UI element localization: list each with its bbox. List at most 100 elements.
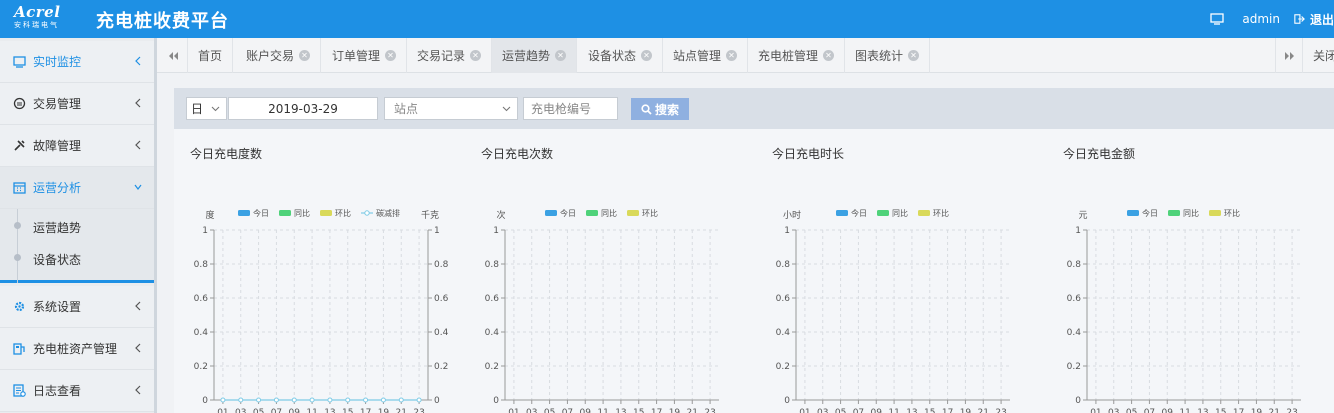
x-tick-label: 09 bbox=[1162, 408, 1174, 413]
chevron-down-icon bbox=[211, 106, 220, 112]
x-tick-label: 03 bbox=[526, 408, 537, 413]
chart-amount: 元 今日 同比 环比 0 0.2 0.4 0.6 0.8 1 01 03 05 07 09 11 13 15 17 1… bbox=[1067, 208, 1301, 413]
screen-icon[interactable] bbox=[1210, 13, 1225, 25]
company-logo[interactable]: Acrel 安科瑞电气 bbox=[14, 4, 84, 34]
period-select[interactable]: 日 bbox=[186, 97, 227, 120]
sidebar-item-transaction[interactable]: 交易管理 bbox=[0, 83, 154, 125]
y-tick-label: 0.4 bbox=[1067, 328, 1082, 338]
tab-close-icon[interactable]: ✕ bbox=[385, 50, 397, 61]
chart-duration: 小时 今日 同比 环比 0 0.2 0.4 0.6 0.8 1 01 03 05 07 09 11 13 15 17… bbox=[776, 208, 1010, 413]
x-tick-label: 23 bbox=[704, 408, 715, 413]
logo-text: Acrel bbox=[14, 3, 61, 21]
log-icon bbox=[12, 384, 26, 398]
x-tick-label: 21 bbox=[1269, 408, 1280, 413]
submenu-item-device-status[interactable]: 设备状态 bbox=[0, 243, 154, 275]
sidebar-item-system-settings[interactable]: 系统设置 bbox=[0, 286, 154, 328]
logout-button[interactable]: 退出 bbox=[1294, 11, 1334, 28]
app-header: Acrel 安科瑞电气 充电桩收费平台 admin 退出 bbox=[0, 0, 1334, 38]
chevron-left-icon bbox=[135, 301, 141, 311]
tab-close-icon[interactable]: ✕ bbox=[726, 50, 738, 61]
close-operations-button[interactable]: 关闭操作 bbox=[1303, 38, 1334, 73]
data-point bbox=[345, 397, 351, 403]
x-tick-label: 13 bbox=[1197, 408, 1208, 413]
gun-number-placeholder: 充电枪编号 bbox=[531, 102, 592, 116]
y-tick-label: 0 bbox=[784, 396, 790, 406]
x-tick-label: 11 bbox=[306, 408, 317, 413]
tab-label: 充电桩管理 bbox=[758, 49, 819, 63]
y-tick-label: 0 bbox=[1075, 396, 1081, 406]
date-input[interactable]: 2019-03-29 bbox=[228, 97, 378, 120]
x-tick-label: 01 bbox=[508, 408, 519, 413]
sidebar-item-realtime-monitor[interactable]: 实时监控 bbox=[0, 41, 154, 83]
legend-label: 今日 bbox=[1142, 208, 1158, 218]
x-tick-label: 23 bbox=[413, 408, 424, 413]
y-tick-label: 0.6 bbox=[194, 294, 209, 304]
sidebar-item-label: 系统设置 bbox=[33, 300, 82, 314]
tab-close-icon[interactable]: ✕ bbox=[641, 50, 653, 61]
x-tick-label: 23 bbox=[995, 408, 1006, 413]
station-select[interactable]: 站点 bbox=[384, 97, 518, 120]
tab-scroll-left-button[interactable] bbox=[160, 38, 188, 73]
tab-close-icon[interactable]: ✕ bbox=[470, 50, 482, 61]
y-tick-label: 0 bbox=[202, 396, 208, 406]
legend-swatch bbox=[586, 210, 598, 216]
tab-close-icon[interactable]: ✕ bbox=[823, 50, 835, 61]
tab-home[interactable]: 首页 bbox=[188, 38, 234, 73]
sidebar-item-fault[interactable]: 故障管理 bbox=[0, 125, 154, 167]
tab-transaction-record[interactable]: 交易记录 ✕ bbox=[407, 38, 493, 73]
chart-count: 次 今日 同比 环比 0 0.2 0.4 0.6 0.8 1 01 03 05 07 09 11 13 15 17 1… bbox=[485, 208, 719, 413]
calendar-icon bbox=[12, 181, 26, 195]
sidebar-item-operation-analysis[interactable]: 运营分析 bbox=[0, 167, 154, 209]
chevron-left-icon bbox=[135, 56, 141, 66]
x-tick-label: 15 bbox=[633, 408, 644, 413]
double-chevron-left-icon bbox=[169, 51, 178, 60]
username[interactable]: admin bbox=[1242, 12, 1280, 26]
legend-swatch bbox=[627, 210, 639, 216]
tab-chart-statistics[interactable]: 图表统计 ✕ bbox=[845, 38, 931, 73]
tab-account-transaction[interactable]: 账户交易 ✕ bbox=[236, 38, 322, 73]
tab-scroll-right-button[interactable] bbox=[1275, 38, 1303, 73]
tab-bar-right: 关闭操作 bbox=[1275, 38, 1334, 73]
x-tick-label: 21 bbox=[978, 408, 989, 413]
legend-swatch bbox=[836, 210, 848, 216]
tab-close-icon[interactable]: ✕ bbox=[299, 50, 311, 61]
tab-operation-trend[interactable]: 运营趋势 ✕ bbox=[492, 38, 578, 73]
legend-swatch bbox=[1168, 210, 1180, 216]
sidebar-item-asset-management[interactable]: 充电桩资产管理 bbox=[0, 328, 154, 370]
submenu-item-operation-trend[interactable]: 运营趋势 bbox=[0, 211, 154, 243]
sidebar-item-log-view[interactable]: 日志查看 bbox=[0, 370, 154, 412]
y-tick-label: 0 bbox=[493, 396, 499, 406]
gear-icon bbox=[12, 300, 26, 314]
y-tick-label: 0.4 bbox=[194, 328, 209, 338]
data-point bbox=[380, 397, 386, 403]
tab-label: 设备状态 bbox=[588, 49, 637, 63]
gun-number-input[interactable]: 充电枪编号 bbox=[523, 97, 618, 120]
filter-bar: 日 2019-03-29 站点 充电枪编号 搜索 bbox=[174, 88, 1334, 129]
tab-close-icon[interactable]: ✕ bbox=[908, 50, 920, 61]
x-tick-label: 11 bbox=[597, 408, 608, 413]
sidebar-item-label: 充电桩资产管理 bbox=[33, 342, 118, 356]
x-tick-label: 01 bbox=[799, 408, 810, 413]
legend-label: 同比 bbox=[601, 208, 617, 218]
x-tick-label: 17 bbox=[651, 408, 662, 413]
tab-order-management[interactable]: 订单管理 ✕ bbox=[322, 38, 408, 73]
legend-label: 环比 bbox=[1224, 208, 1240, 218]
chart-panel-energy: 今日充电度数 度千克 今日 同比 环比 碳减排 0 0 0.2 0.2 0.4 0.4 0.6 0.6 0… bbox=[174, 129, 465, 413]
data-point bbox=[327, 397, 333, 403]
tab-device-status[interactable]: 设备状态 ✕ bbox=[578, 38, 664, 73]
x-tick-label: 03 bbox=[1108, 408, 1119, 413]
tab-close-icon[interactable]: ✕ bbox=[555, 50, 567, 61]
search-button-label: 搜索 bbox=[654, 102, 679, 117]
data-point bbox=[309, 397, 315, 403]
logout-icon bbox=[1294, 14, 1305, 24]
tab-station-management[interactable]: 站点管理 ✕ bbox=[663, 38, 749, 73]
app-title: 充电桩收费平台 bbox=[96, 11, 229, 32]
period-select-value: 日 bbox=[191, 102, 204, 116]
tab-charger-management[interactable]: 充电桩管理 ✕ bbox=[748, 38, 846, 73]
search-button[interactable]: 搜索 bbox=[631, 98, 689, 120]
x-tick-label: 05 bbox=[544, 408, 555, 413]
y-axis-label: 度 bbox=[205, 209, 214, 221]
tab-label: 首页 bbox=[198, 49, 223, 63]
search-icon bbox=[641, 103, 652, 115]
x-tick-label: 09 bbox=[871, 408, 883, 413]
